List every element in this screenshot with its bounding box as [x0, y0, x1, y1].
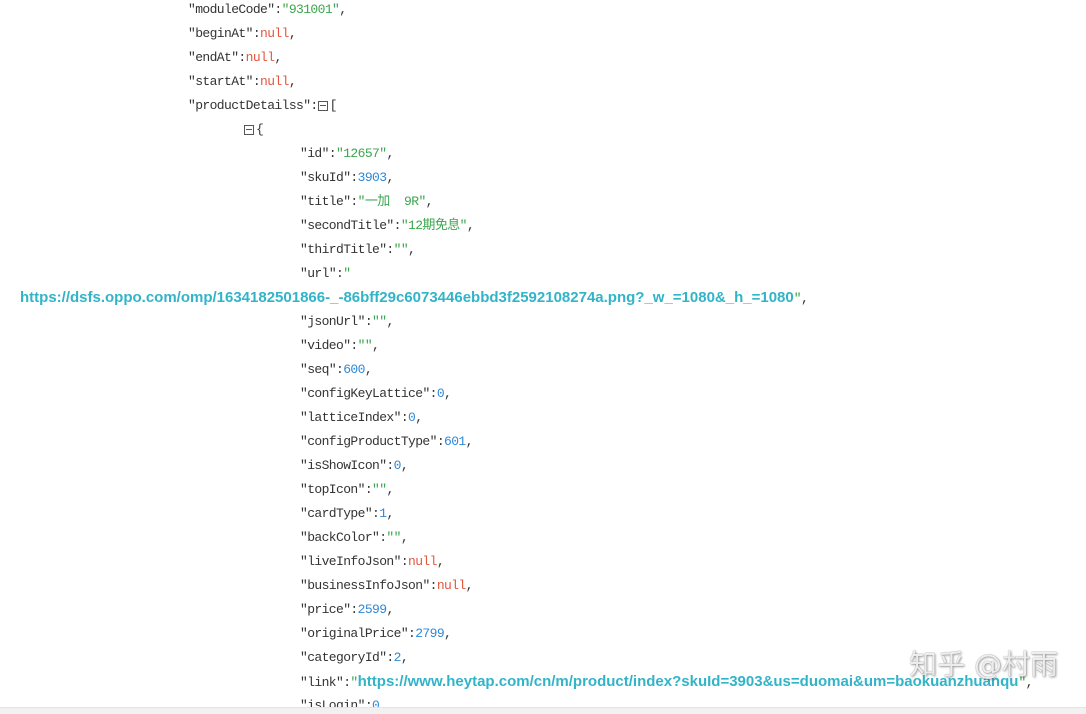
json-line-item-open: {	[0, 118, 1086, 142]
json-string-value	[372, 482, 386, 497]
json-number-value: 0	[436, 386, 445, 401]
json-line-config-key-lattice: configKeyLattice0	[0, 382, 1086, 406]
json-key: topIcon	[300, 482, 372, 497]
json-key: configKeyLattice	[300, 386, 437, 401]
json-number-value: 2	[393, 650, 402, 665]
json-null-value: null	[408, 554, 437, 569]
open-brace: {	[256, 122, 264, 137]
url-link[interactable]: https://dsfs.oppo.com/omp/1634182501866-…	[20, 289, 794, 306]
json-key: startAt	[188, 74, 260, 89]
json-key: title	[300, 194, 358, 209]
json-null-value: null	[260, 26, 289, 41]
json-key: cardType	[300, 506, 379, 521]
json-null-value: null	[436, 578, 466, 593]
json-key: beginAt	[188, 26, 260, 41]
json-line-is-show-icon: isShowIcon0	[0, 454, 1086, 478]
json-line-start-at: startAtnull	[0, 70, 1086, 94]
json-key: id	[300, 146, 336, 161]
json-line-live-info-json: liveInfoJsonnull	[0, 550, 1086, 574]
json-line-top-icon: topIcon	[0, 478, 1086, 502]
json-line-id: id12657	[0, 142, 1086, 166]
json-number-value: 2799	[415, 626, 445, 641]
quote-mark	[343, 266, 350, 281]
json-key: businessInfoJson	[300, 578, 437, 593]
json-line-config-product-type: configProductType601	[0, 430, 1086, 454]
json-string-value: 一加 9R	[358, 194, 426, 209]
quote-mark	[794, 291, 801, 306]
json-line-second-title: secondTitle12期免息	[0, 214, 1086, 238]
collapse-icon[interactable]	[317, 100, 328, 111]
json-line-original-price: originalPrice2799	[0, 622, 1086, 646]
json-line-third-title: thirdTitle	[0, 238, 1086, 262]
json-line-end-at: endAtnull	[0, 46, 1086, 70]
json-key: backColor	[300, 530, 386, 545]
json-line-module-code: moduleCode931001	[0, 0, 1086, 22]
json-string-value	[386, 530, 400, 545]
json-key: jsonUrl	[300, 314, 372, 329]
json-key: productDetailss	[188, 98, 318, 113]
json-key: endAt	[188, 50, 246, 65]
json-key: isShowIcon	[300, 458, 394, 473]
json-key: secondTitle	[300, 218, 401, 233]
json-key: url	[300, 266, 343, 281]
json-key: originalPrice	[300, 626, 415, 641]
json-number-value: 1	[379, 506, 387, 521]
json-string-value	[372, 314, 386, 329]
json-line-begin-at: beginAtnull	[0, 22, 1086, 46]
json-line-card-type: cardType1	[0, 502, 1086, 526]
json-key: categoryId	[300, 650, 394, 665]
collapse-icon[interactable]	[244, 124, 254, 135]
json-null-value: null	[260, 74, 289, 89]
json-number-value: 0	[408, 410, 416, 425]
json-null-value: null	[245, 50, 275, 65]
json-string-value: 12657	[336, 146, 386, 161]
json-line-product-details: productDetailss [	[0, 94, 1086, 118]
quote-mark	[350, 675, 357, 690]
json-number-value: 600	[343, 362, 365, 377]
json-key: link	[300, 675, 350, 690]
json-key: seq	[300, 362, 343, 377]
json-number-value: 0	[393, 458, 402, 473]
json-string-value	[358, 338, 372, 353]
json-key: configProductType	[300, 434, 444, 449]
json-key: thirdTitle	[300, 242, 394, 257]
watermark: 知乎 @村雨	[909, 648, 1058, 681]
json-viewer: moduleCode931001 beginAtnull endAtnull s…	[0, 0, 1086, 714]
json-key: skuId	[300, 170, 358, 185]
json-line-sku-id: skuId3903	[0, 166, 1086, 190]
json-key: moduleCode	[188, 2, 282, 17]
json-line-seq: seq600	[0, 358, 1086, 382]
json-line-price: price2599	[0, 598, 1086, 622]
json-line-url: url	[0, 262, 1086, 286]
json-key: video	[300, 338, 358, 353]
json-line-json-url: jsonUrl	[0, 310, 1086, 334]
json-line-video: video	[0, 334, 1086, 358]
open-bracket: [	[329, 98, 338, 113]
json-number-value: 2599	[357, 602, 387, 617]
json-string-value	[394, 242, 408, 257]
json-line-back-color: backColor	[0, 526, 1086, 550]
json-number-value: 3903	[357, 170, 387, 185]
horizontal-scrollbar[interactable]	[0, 707, 1086, 714]
json-line-business-info-json: businessInfoJsonnull	[0, 574, 1086, 598]
json-key: liveInfoJson	[300, 554, 408, 569]
json-key: price	[300, 602, 358, 617]
json-key: latticeIndex	[300, 410, 408, 425]
json-number-value: 601	[444, 434, 466, 449]
json-line-lattice-index: latticeIndex0	[0, 406, 1086, 430]
json-string-value: 12期免息	[401, 218, 467, 233]
json-line-title: title一加 9R	[0, 190, 1086, 214]
json-line-url-value: https://dsfs.oppo.com/omp/1634182501866-…	[0, 286, 1086, 310]
json-string-value: 931001	[282, 2, 340, 17]
